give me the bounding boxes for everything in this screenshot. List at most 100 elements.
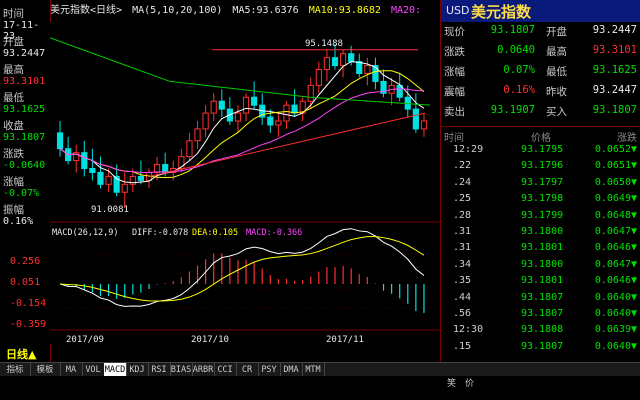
quote-label-right: 开盘 — [546, 26, 567, 38]
tick-price: 93.1801 — [521, 242, 564, 254]
pct-value: -0.07% — [3, 188, 40, 199]
tick-change: 0.0649▼ — [594, 193, 637, 205]
tick-row: .35 93.1801 0.0646▼ — [441, 275, 640, 291]
quote-label-right: 最高 — [546, 46, 567, 58]
tab-dma[interactable]: DMA — [280, 363, 303, 377]
tick-row: .25 93.1798 0.0649▼ — [441, 193, 640, 209]
low-value: 93.1625 — [3, 104, 46, 115]
tick-row: .22 93.1796 0.0651▼ — [441, 160, 640, 176]
quote-value-right: 93.2447 — [592, 84, 637, 96]
left-info-panel: 时间 17-11-23 开盘 93.2447 最高 93.3101 最低 93.… — [0, 0, 51, 362]
quote-label-right: 买入 — [546, 106, 567, 118]
tick-time: .31 — [453, 242, 472, 254]
macd-label: MACD(26,12,9) — [52, 228, 119, 238]
tick-time: 12:30 — [453, 324, 484, 336]
status-right: 价 — [465, 379, 475, 389]
macd-value: MACD:-0.366 — [246, 228, 302, 238]
time-label: 时间 — [3, 8, 24, 20]
quote-value-left: 93.1807 — [490, 24, 535, 36]
quote-value-left: 0.16% — [503, 84, 535, 96]
tick-time: .24 — [453, 176, 472, 188]
quote-label-right: 昨收 — [546, 86, 567, 98]
tab-cci[interactable]: CCI — [214, 363, 237, 377]
tick-change: 0.0651▼ — [594, 160, 637, 172]
tab-vol[interactable]: VOL — [82, 363, 105, 377]
tick-price: 93.1800 — [521, 226, 564, 237]
quote-row: 震幅 0.16% 昨收 93.2447 — [441, 84, 640, 102]
tick-change: 0.0646▼ — [594, 242, 637, 254]
tick-change: 0.0640▼ — [594, 308, 637, 319]
tick-time: .31 — [453, 226, 472, 237]
tick-change: 0.0640▼ — [594, 291, 637, 303]
tick-price: 93.1807 — [521, 308, 564, 319]
quote-panel: USD 美元指数 现价 93.1807 开盘 93.2447 涨跌 0.0640 … — [440, 0, 640, 362]
tab-cr[interactable]: CR — [236, 363, 259, 377]
quote-value-left: 93.1907 — [490, 104, 535, 116]
tick-change: 0.0647▼ — [594, 258, 637, 270]
macd-ytick-0: 0.256 — [10, 256, 41, 267]
period-bar: 日线▲ — [0, 344, 440, 362]
tick-price: 93.1808 — [521, 324, 564, 336]
tab-模板[interactable]: 模板 — [30, 363, 61, 377]
tick-row: .56 93.1807 0.0640▼ — [441, 308, 640, 324]
tick-price: 93.1798 — [521, 193, 564, 205]
tick-change: 0.0648▼ — [594, 209, 637, 221]
quote-label-left: 涨跌 — [444, 46, 465, 58]
tick-price: 93.1807 — [521, 340, 564, 352]
change-label: 涨跌 — [3, 148, 24, 160]
tick-price: 93.1795 — [521, 144, 564, 155]
tick-row: .44 93.1807 0.0640▼ — [441, 292, 640, 308]
open-value: 93.2447 — [3, 48, 46, 59]
quote-value-right: 93.1625 — [592, 64, 637, 76]
close-value: 93.1807 — [3, 132, 46, 143]
tick-price: 93.1796 — [521, 160, 564, 172]
quote-label-left: 卖出 — [444, 106, 465, 118]
quote-value-right: 93.2447 — [592, 24, 637, 36]
price-chart[interactable]: 95.1488 91.0081 MACD(26,12,9) DIFF:-0.07… — [50, 22, 440, 344]
tab-psy[interactable]: PSY — [258, 363, 281, 377]
quote-row: 现价 93.1807 开盘 93.2447 — [441, 24, 640, 42]
high-value: 93.3101 — [3, 76, 46, 87]
annotation-low: 91.0081 — [91, 205, 129, 215]
indicator-title-bar: 美元指数<日线> MA(5,10,20,100) MA5:93.6376 MA1… — [50, 0, 440, 22]
tick-time: .22 — [453, 160, 472, 172]
tick-row: .34 93.1800 0.0647▼ — [441, 259, 640, 275]
tick-change: 0.0647▼ — [594, 226, 637, 237]
quote-header: USD 美元指数 — [441, 0, 640, 22]
annotation-high: 95.1488 — [305, 39, 343, 49]
tick-row: .24 93.1797 0.0650▼ — [441, 177, 640, 193]
diff-value: DIFF:-0.078 — [132, 228, 188, 238]
tick-header-time: 时间 — [444, 133, 464, 144]
tick-time: .44 — [453, 291, 472, 303]
tick-row: 12:29 93.1795 0.0652▼ — [441, 144, 640, 160]
macd-ytick-2: -0.154 — [10, 298, 47, 309]
tab-ma[interactable]: MA — [60, 363, 83, 377]
amp-label: 振幅 — [3, 204, 24, 216]
period-selector[interactable]: 日线▲ — [6, 346, 36, 362]
tab-macd[interactable]: MACD — [104, 363, 127, 377]
tab-mtm[interactable]: MTM — [302, 363, 325, 377]
tab-kdj[interactable]: KDJ — [126, 363, 149, 377]
ma-params: MA(5,10,20,100) — [132, 5, 223, 16]
quote-value-left: 0.07% — [503, 64, 535, 76]
tick-row: .15 93.1807 0.0640▼ — [441, 341, 640, 357]
chart-title: 美元指数<日线> — [50, 5, 123, 16]
tab-bias[interactable]: BIAS — [170, 363, 193, 377]
tick-price: 93.1797 — [521, 176, 564, 188]
tab-rsi[interactable]: RSI — [148, 363, 171, 377]
ma10-value: MA10:93.8682 — [308, 5, 381, 16]
tab-指标[interactable]: 指标 — [0, 363, 31, 377]
quote-value-left: 0.0640 — [497, 44, 535, 56]
tick-time: .25 — [453, 193, 472, 205]
tick-time: .56 — [453, 308, 472, 319]
tick-change: 0.0640▼ — [594, 340, 637, 352]
tab-arbr[interactable]: ARBR — [192, 363, 215, 377]
x-tick-nov: 2017/11 — [326, 335, 364, 344]
tick-change: 0.0646▼ — [594, 275, 637, 287]
ma20-value: MA20: — [390, 5, 422, 16]
quote-row: 卖出 93.1907 买入 93.1807 — [441, 104, 640, 122]
pct-label: 涨幅 — [3, 176, 24, 188]
x-tick-sep: 2017/09 — [66, 335, 104, 344]
instrument-name: 美元指数 — [471, 3, 532, 21]
tick-price: 93.1800 — [521, 258, 564, 270]
